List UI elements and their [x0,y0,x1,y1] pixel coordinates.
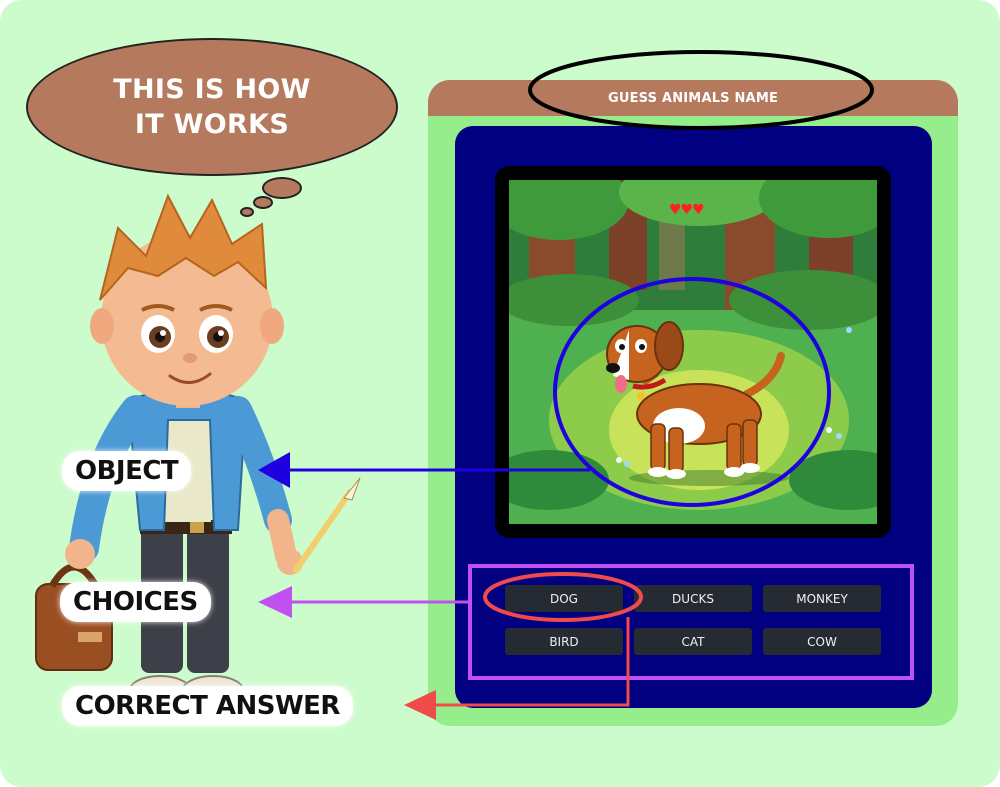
choice-button-bird[interactable]: BIRD [505,628,623,655]
game-panel: ♥♥♥ DOG DUCKS MONKEY BIRD CAT COW [455,126,932,708]
lives-hearts: ♥♥♥ [669,202,705,218]
forest-scene: ♥♥♥ [509,180,877,524]
choice-button-ducks[interactable]: DUCKS [634,585,752,612]
game-header: GUESS ANIMALS NAME [428,80,958,116]
choice-button-dog[interactable]: DOG [505,585,623,612]
correct-answer-label: CORRECT ANSWER [62,686,353,726]
bubble-line-2: IT WORKS [134,109,290,140]
tutorial-canvas: THIS IS HOW IT WORKS GUESS ANIMALS NAME … [0,0,1000,787]
bubble-line-1: THIS IS HOW [113,74,311,105]
choices-arrow-head [258,586,292,618]
choices-label: CHOICES [60,582,211,622]
object-arrow-head [258,452,290,488]
scene-frame: ♥♥♥ [495,166,891,538]
game-title: GUESS ANIMALS NAME [607,90,779,106]
dog-illustration [606,321,789,486]
choice-button-monkey[interactable]: MONKEY [763,585,881,612]
thought-puff-small [240,207,254,217]
game-card: GUESS ANIMALS NAME ♥♥♥ DOG DUCKS MONKEY … [428,80,958,726]
thought-puff-medium [253,196,273,209]
thought-puff-large [262,177,302,199]
choice-button-cow[interactable]: COW [763,628,881,655]
object-label: OBJECT [62,451,192,491]
thought-bubble: THIS IS HOW IT WORKS [26,38,398,176]
choice-button-cat[interactable]: CAT [634,628,752,655]
bubble-text: THIS IS HOW IT WORKS [113,72,310,142]
